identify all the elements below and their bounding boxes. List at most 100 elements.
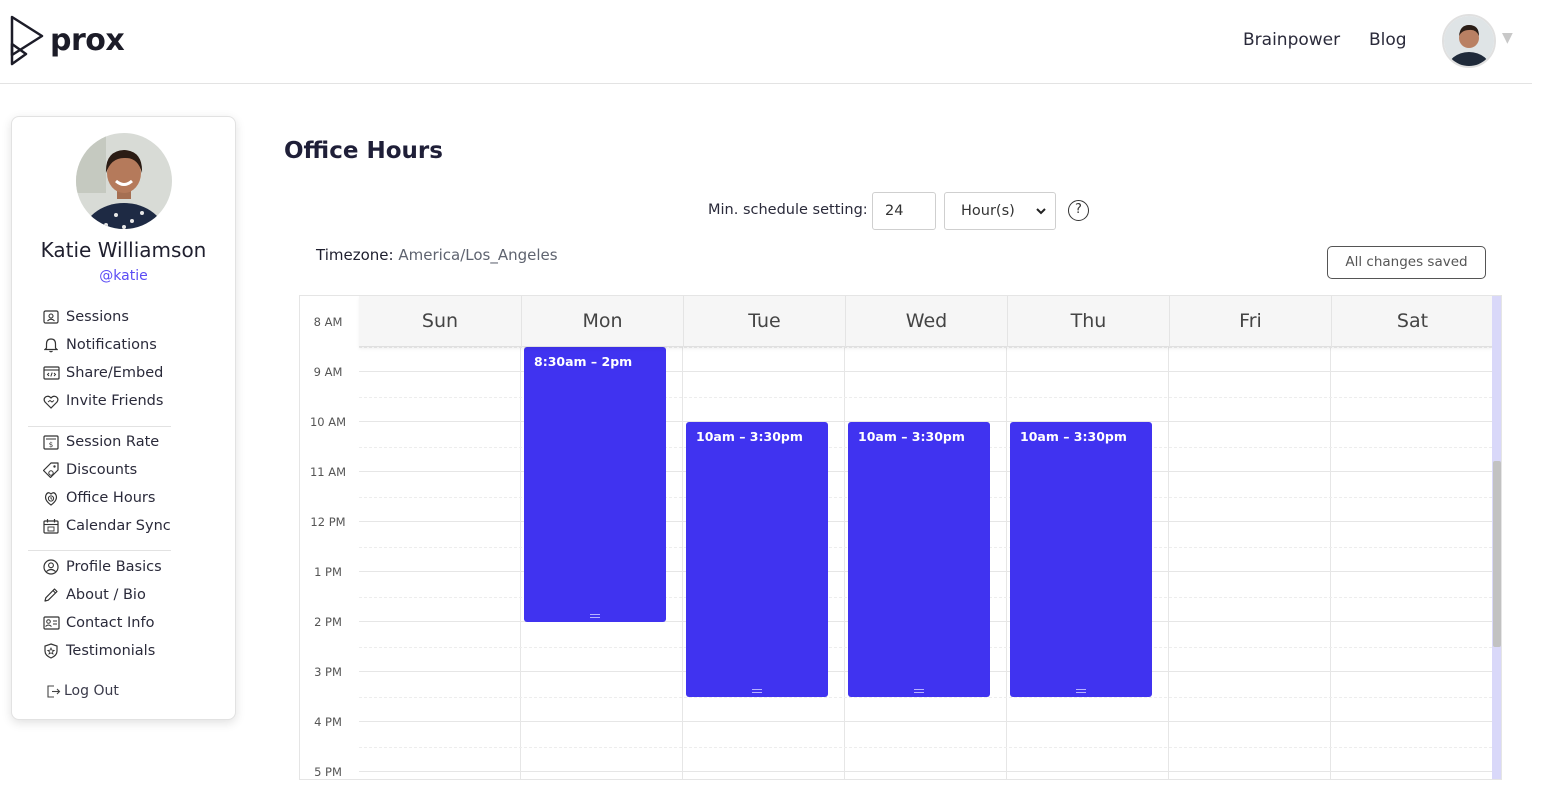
weekly-calendar[interactable]: Sun Mon Tue Wed Thu Fri Sat 8 AM 9 AM 10 AM 11 AM… (299, 295, 1502, 780)
sidebar-item-label: Invite Friends (66, 393, 164, 409)
sidebar-item-label: Discounts (66, 462, 138, 478)
day-column-divider (520, 296, 521, 779)
embed-icon (42, 365, 60, 381)
sidebar-item-about-bio[interactable]: About / Bio (42, 581, 162, 609)
timezone-value[interactable]: America/Los_Angeles (398, 246, 557, 264)
sidebar-item-contact-info[interactable]: Contact Info (42, 609, 162, 637)
nav-brainpower[interactable]: Brainpower (1243, 30, 1340, 50)
hour-gridline (359, 771, 1492, 772)
logout-button[interactable]: Log Out (46, 683, 119, 699)
sidebar-item-label: Session Rate (66, 434, 160, 450)
min-schedule-unit-select[interactable]: Hour(s) (944, 192, 1056, 230)
sidebar-item-notifications[interactable]: Notifications (42, 331, 163, 359)
day-column-divider (1330, 296, 1331, 779)
badge-icon (42, 643, 60, 659)
save-status-button[interactable]: All changes saved (1327, 246, 1486, 279)
time-label: 9 AM (313, 365, 343, 379)
help-icon[interactable]: ? (1068, 200, 1089, 221)
prox-logo-icon (10, 15, 44, 66)
nav-blog[interactable]: Blog (1369, 30, 1407, 50)
sidebar-item-label: Profile Basics (66, 559, 162, 575)
bell-icon (42, 337, 60, 353)
day-column-divider (1006, 296, 1007, 779)
time-label: 10 AM (309, 415, 347, 429)
sidebar-item-share-embed[interactable]: Share/Embed (42, 359, 163, 387)
scrollbar-thumb[interactable] (1493, 461, 1501, 647)
resize-handle[interactable] (590, 614, 600, 618)
sidebar-item-office-hours[interactable]: Office Hours (42, 484, 171, 512)
resize-handle[interactable] (914, 689, 924, 693)
sidebar-item-profile-basics[interactable]: Profile Basics (42, 553, 162, 581)
time-label: 1 PM (314, 565, 342, 579)
menu-group-business: $ Session Rate Discounts Office Hours Ca… (42, 428, 171, 540)
event-time-label: 8:30am – 2pm (534, 354, 633, 369)
sidebar-item-discounts[interactable]: Discounts (42, 456, 171, 484)
time-label: 8 AM (313, 315, 343, 329)
event-time-label: 10am – 3:30pm (1020, 429, 1127, 444)
profile-sidebar: Katie Williamson @katie Sessions Notific… (11, 116, 236, 720)
day-column-divider (682, 296, 683, 779)
chevron-down-icon (1036, 208, 1046, 215)
day-column-divider (844, 296, 845, 779)
time-label: 12 PM (310, 515, 346, 529)
sidebar-item-label: About / Bio (66, 587, 146, 603)
page-title: Office Hours (284, 138, 443, 164)
sidebar-item-label: Notifications (66, 337, 157, 353)
time-label: 2 PM (314, 615, 342, 629)
tag-icon (42, 462, 60, 478)
day-column-divider (1168, 296, 1169, 779)
time-label: 4 PM (314, 715, 342, 729)
timezone-row: Timezone: America/Los_Angeles (316, 246, 558, 264)
chevron-down-icon[interactable]: ▼ (1502, 30, 1513, 46)
profile-photo (76, 133, 172, 229)
menu-group-account: Sessions Notifications Share/Embed Invit… (42, 303, 163, 415)
sidebar-item-calendar-sync[interactable]: Calendar Sync (42, 512, 171, 540)
top-bar: prox Brainpower Blog ▼ (0, 0, 1532, 84)
profile-name: Katie Williamson (40, 238, 207, 262)
day-header-thu: Thu (1007, 296, 1169, 347)
office-hours-block-wed[interactable]: 10am – 3:30pm (848, 422, 990, 697)
resize-handle[interactable] (1076, 689, 1086, 693)
event-time-label: 10am – 3:30pm (858, 429, 965, 444)
menu-group-profile: Profile Basics About / Bio Contact Info … (42, 553, 162, 665)
profile-icon (42, 559, 60, 575)
select-value: Hour(s) (961, 203, 1015, 219)
hour-gridline (359, 721, 1492, 722)
profile-avatar (76, 133, 172, 229)
half-hour-gridline (359, 697, 1492, 698)
brand-name: prox (50, 22, 125, 58)
menu-divider (28, 426, 171, 427)
time-label: 11 AM (309, 465, 347, 479)
pencil-icon (42, 587, 60, 603)
day-header-tue: Tue (683, 296, 845, 347)
resize-handle[interactable] (752, 689, 762, 693)
user-avatar[interactable] (1442, 14, 1496, 68)
day-header-sat: Sat (1331, 296, 1493, 347)
sidebar-item-sessions[interactable]: Sessions (42, 303, 163, 331)
sidebar-item-invite-friends[interactable]: Invite Friends (42, 387, 163, 415)
office-hours-block-thu[interactable]: 10am – 3:30pm (1010, 422, 1152, 697)
sidebar-item-label: Testimonials (66, 643, 156, 659)
sessions-icon (42, 309, 60, 325)
menu-divider (28, 550, 171, 551)
sidebar-item-label: Contact Info (66, 615, 155, 631)
sidebar-item-label: Share/Embed (66, 365, 164, 381)
svg-text:$: $ (49, 441, 53, 449)
timezone-label: Timezone: (316, 246, 394, 264)
contact-card-icon (42, 615, 60, 631)
sidebar-item-testimonials[interactable]: Testimonials (42, 637, 162, 665)
prox-logo[interactable]: prox (8, 14, 125, 66)
profile-handle[interactable]: @katie (12, 268, 235, 284)
day-header-mon: Mon (521, 296, 683, 347)
office-hours-block-tue[interactable]: 10am – 3:30pm (686, 422, 828, 697)
sidebar-item-label: Sessions (66, 309, 129, 325)
office-hours-block-mon[interactable]: 8:30am – 2pm (524, 347, 666, 622)
min-schedule-input[interactable] (872, 192, 936, 230)
logout-label: Log Out (64, 683, 119, 699)
min-schedule-label: Min. schedule setting: (708, 202, 868, 218)
sidebar-item-label: Calendar Sync (66, 518, 171, 534)
time-label: 5 PM (314, 765, 342, 779)
sidebar-item-session-rate[interactable]: $ Session Rate (42, 428, 171, 456)
day-header-sun: Sun (421, 310, 459, 332)
event-time-label: 10am – 3:30pm (696, 429, 803, 444)
